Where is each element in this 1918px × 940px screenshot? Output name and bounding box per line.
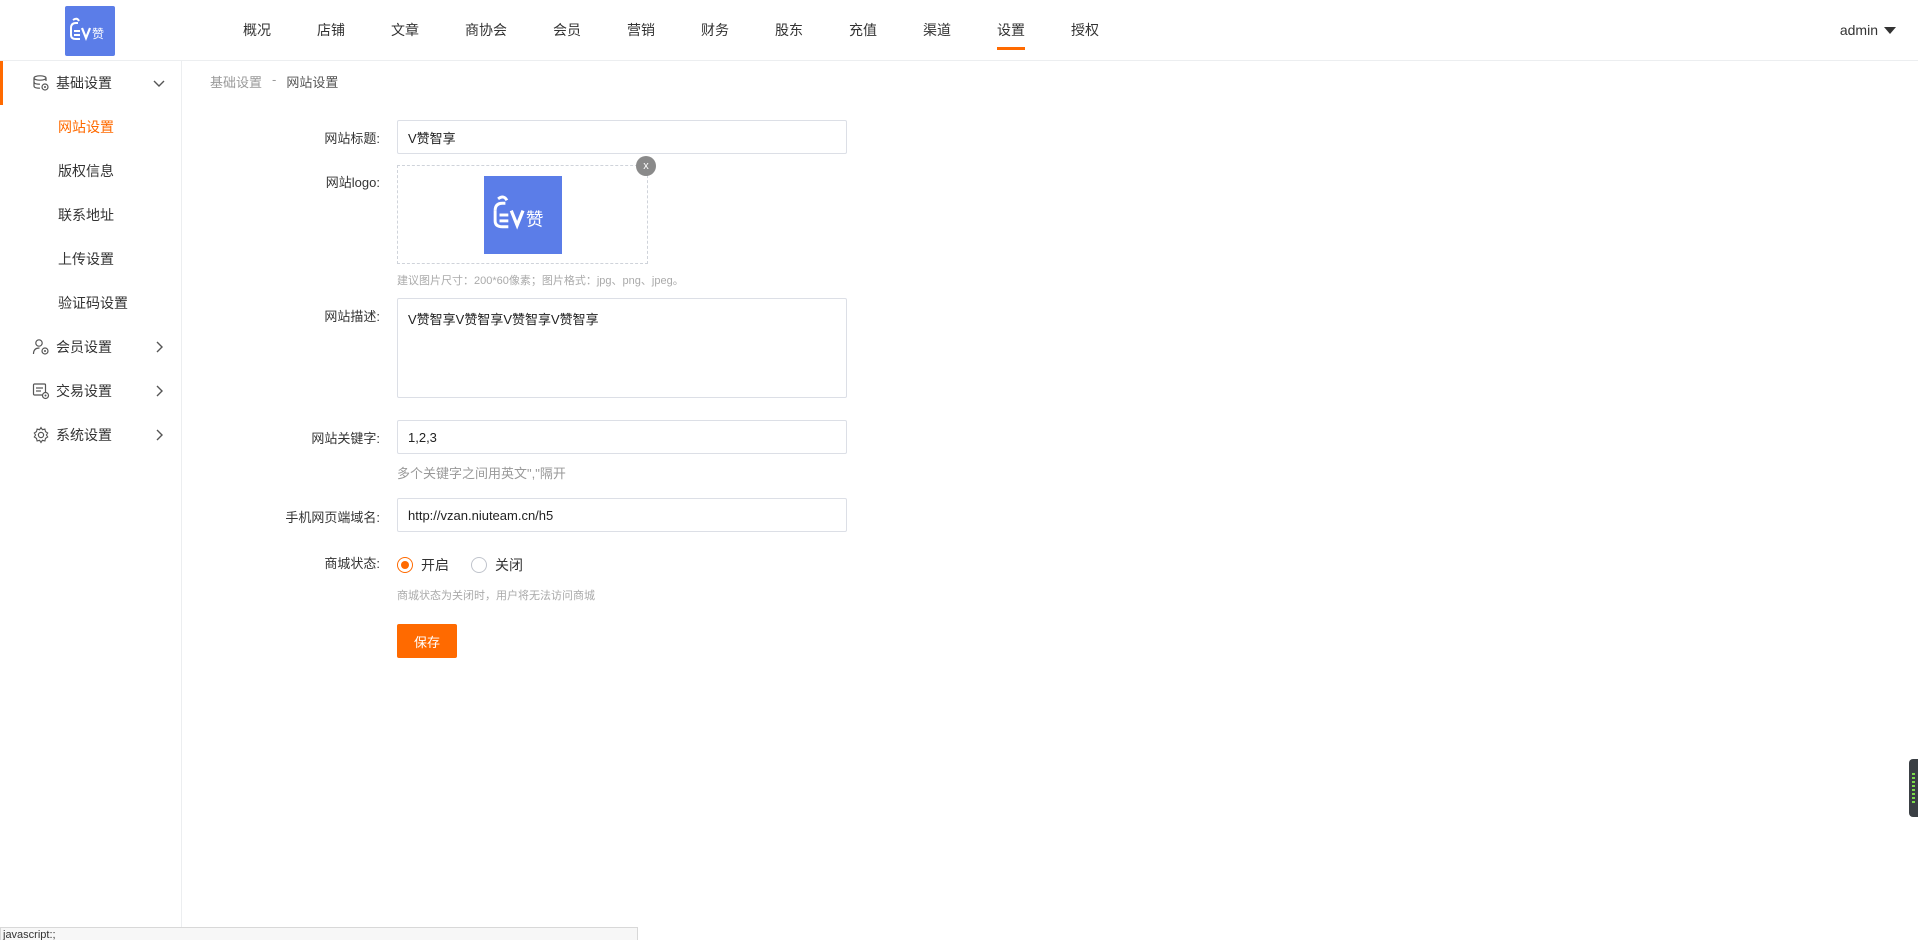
sidebar-group-label: 交易设置	[56, 383, 112, 399]
status-open-radio[interactable]: 开启	[397, 555, 449, 575]
chevron-right-icon	[156, 341, 163, 353]
status-close-radio[interactable]: 关闭	[471, 555, 523, 575]
radio-label: 关闭	[495, 557, 523, 573]
breadcrumb-separator: -	[272, 72, 277, 87]
breadcrumb-current: 网站设置	[286, 75, 339, 90]
nav-item-2[interactable]: 文章	[368, 0, 442, 61]
save-button[interactable]: 保存	[397, 624, 457, 658]
nav-item-1[interactable]: 店铺	[294, 0, 368, 61]
nav-item-0[interactable]: 概况	[220, 0, 294, 61]
caret-down-icon	[1884, 27, 1896, 34]
svg-text:赞: 赞	[92, 27, 104, 41]
radio-label: 开启	[421, 557, 449, 573]
sidebar-item-contact-address[interactable]: 联系地址	[0, 193, 181, 237]
mall-status-radio-group: 开启 关闭	[397, 555, 523, 575]
site-logo-label: 网站logo:	[325, 175, 380, 190]
sidebar-item-copyright[interactable]: 版权信息	[0, 149, 181, 193]
floating-side-widget[interactable]	[1909, 759, 1918, 817]
mall-status-label: 商城状态:	[324, 556, 380, 571]
breadcrumb: 基础设置 - 网站设置	[210, 72, 338, 91]
nav-item-4[interactable]: 会员	[530, 0, 604, 61]
mobile-domain-label: 手机网页端域名:	[285, 510, 380, 525]
sidebar-group-label: 系统设置	[56, 427, 112, 443]
main-nav: 概况 店铺 文章 商协会 会员 营销 财务 股东 充值 渠道 设置 授权	[220, 0, 1122, 61]
logo-upload-area[interactable]: 赞	[397, 165, 648, 264]
site-keywords-input[interactable]	[397, 420, 847, 454]
trade-icon	[32, 382, 50, 400]
keywords-hint: 多个关键字之间用英文","隔开	[397, 466, 566, 481]
user-name: admin	[1839, 22, 1878, 38]
sidebar-group-label: 会员设置	[56, 339, 112, 355]
gear-icon	[32, 426, 50, 444]
database-gear-icon	[32, 74, 50, 92]
nav-item-6[interactable]: 财务	[678, 0, 752, 61]
user-gear-icon	[32, 338, 50, 356]
remove-logo-button[interactable]: x	[636, 156, 656, 176]
nav-item-5[interactable]: 营销	[604, 0, 678, 61]
nav-item-9[interactable]: 渠道	[900, 0, 974, 61]
browser-status-bar: javascript:;	[0, 927, 638, 940]
sidebar-group-member-settings[interactable]: 会员设置	[0, 325, 181, 369]
site-keywords-label: 网站关键字:	[311, 431, 380, 446]
site-title-input[interactable]	[397, 120, 847, 154]
mall-status-hint: 商城状态为关闭时，用户将无法访问商城	[397, 590, 595, 602]
sidebar-group-system-settings[interactable]: 系统设置	[0, 413, 181, 457]
svg-text:赞: 赞	[525, 210, 543, 230]
radio-checked-icon	[397, 557, 413, 573]
user-menu[interactable]: admin	[1840, 0, 1896, 61]
top-header: 赞 概况 店铺 文章 商协会 会员 营销 财务 股东 充值 渠道 设置 授权 admin	[0, 0, 1918, 61]
sidebar-group-trade-settings[interactable]: 交易设置	[0, 369, 181, 413]
nav-item-10[interactable]: 设置	[974, 0, 1048, 61]
breadcrumb-parent[interactable]: 基础设置	[210, 72, 262, 91]
logo-preview-image: 赞	[483, 175, 562, 254]
mobile-domain-input[interactable]	[397, 498, 847, 532]
logo-mark-icon: 赞	[493, 195, 543, 230]
nav-item-7[interactable]: 股东	[752, 0, 826, 61]
chevron-down-icon	[153, 80, 165, 87]
brand-logo[interactable]: 赞	[65, 6, 115, 56]
sidebar: 基础设置 网站设置 版权信息 联系地址 上传设置 验证码设置 会员设置 交易设置…	[0, 61, 182, 940]
site-description-textarea[interactable]: V赞智享V赞智享V赞智享V赞智享	[397, 298, 847, 398]
sidebar-group-basic-settings[interactable]: 基础设置	[0, 61, 181, 105]
nav-item-11[interactable]: 授权	[1048, 0, 1122, 61]
nav-item-3[interactable]: 商协会	[442, 0, 530, 61]
chevron-right-icon	[156, 429, 163, 441]
sidebar-item-upload-settings[interactable]: 上传设置	[0, 237, 181, 281]
chevron-right-icon	[156, 385, 163, 397]
site-title-label: 网站标题:	[324, 131, 380, 146]
site-description-label: 网站描述:	[324, 309, 380, 324]
sidebar-item-site-settings[interactable]: 网站设置	[0, 105, 181, 149]
sidebar-item-captcha-settings[interactable]: 验证码设置	[0, 281, 181, 325]
logo-mark-icon: 赞	[70, 17, 104, 41]
nav-item-8[interactable]: 充值	[826, 0, 900, 61]
sidebar-group-label: 基础设置	[56, 75, 112, 91]
radio-unchecked-icon	[471, 557, 487, 573]
logo-hint: 建议图片尺寸：200*60像素；图片格式：jpg、png、jpeg。	[397, 275, 684, 287]
